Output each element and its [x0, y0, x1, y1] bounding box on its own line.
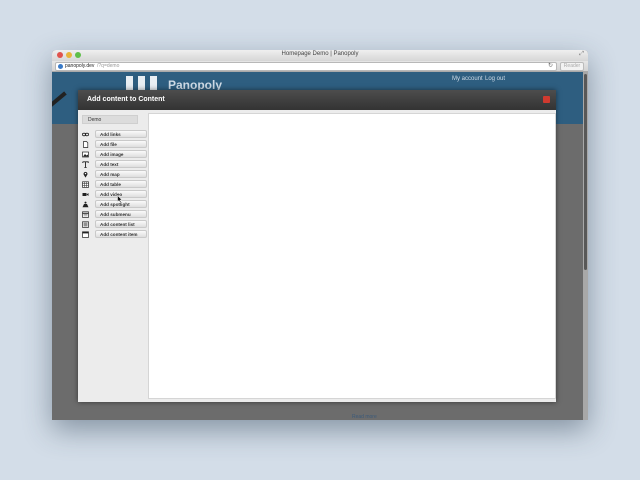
- video-icon: [82, 193, 89, 196]
- modal-header: Add content to Content: [78, 90, 556, 110]
- corner-ribbon: [52, 91, 67, 109]
- add-content-modal: Add content to Content Demo Add links Ad…: [78, 90, 556, 402]
- add-text-button[interactable]: Add text: [95, 160, 147, 168]
- add-links-item[interactable]: Add links: [82, 130, 148, 139]
- log-out-link[interactable]: Log out: [485, 76, 505, 82]
- add-text-item[interactable]: Add text: [82, 160, 148, 169]
- mouse-cursor-icon: [117, 195, 123, 203]
- content-type-sidebar: Demo Add links Add file Add image Add te…: [78, 110, 148, 402]
- modal-close-icon[interactable]: [543, 96, 550, 103]
- reload-icon[interactable]: ↻: [548, 63, 553, 70]
- add-table-item[interactable]: Add table: [82, 180, 148, 189]
- reader-button[interactable]: Reader: [560, 62, 584, 71]
- spotlight-icon: [82, 201, 89, 208]
- add-content-list-button[interactable]: Add content list: [95, 220, 147, 228]
- add-links-button[interactable]: Add links: [95, 130, 147, 138]
- globe-icon: [58, 64, 63, 69]
- add-content-item-item[interactable]: Add content item: [82, 230, 148, 239]
- file-icon: [83, 141, 89, 148]
- add-image-item[interactable]: Add image: [82, 150, 148, 159]
- content-list-icon: [82, 221, 89, 228]
- add-image-button[interactable]: Add image: [95, 150, 147, 158]
- url-path: /?q=demo: [97, 63, 120, 69]
- link-icon: [82, 132, 89, 137]
- submenu-icon: [82, 211, 89, 218]
- add-content-list-item[interactable]: Add content list: [82, 220, 148, 229]
- url-host: panopoly.dev: [65, 63, 95, 69]
- add-table-button[interactable]: Add table: [95, 180, 147, 188]
- add-file-item[interactable]: Add file: [82, 140, 148, 149]
- add-map-button[interactable]: Add map: [95, 170, 147, 178]
- content-item-icon: [82, 231, 89, 238]
- address-bar[interactable]: panopoly.dev /?q=demo ↻: [55, 62, 557, 71]
- my-account-link[interactable]: My account: [452, 76, 483, 82]
- add-submenu-button[interactable]: Add submenu: [95, 210, 147, 218]
- text-icon: [82, 161, 89, 168]
- fullscreen-icon[interactable]: ⤢: [579, 51, 584, 58]
- scroll-thumb[interactable]: [584, 74, 587, 270]
- scrollbar[interactable]: [583, 72, 588, 420]
- tab-demo[interactable]: Demo: [82, 115, 138, 124]
- add-content-item-button[interactable]: Add content item: [95, 230, 147, 238]
- browser-toolbar: panopoly.dev /?q=demo ↻ Reader: [52, 61, 588, 72]
- map-pin-icon: [83, 171, 88, 178]
- read-more-link[interactable]: Read more: [352, 414, 377, 420]
- table-icon: [82, 181, 89, 188]
- add-video-item[interactable]: Add video: [82, 190, 148, 199]
- image-icon: [82, 151, 89, 158]
- modal-title: Add content to Content: [87, 96, 165, 103]
- add-submenu-item[interactable]: Add submenu: [82, 210, 148, 219]
- content-preview-pane: [148, 113, 556, 399]
- add-file-button[interactable]: Add file: [95, 140, 147, 148]
- add-spotlight-item[interactable]: Add spotlight: [82, 200, 148, 209]
- add-map-item[interactable]: Add map: [82, 170, 148, 179]
- window-title: Homepage Demo | Panopoly: [281, 51, 359, 57]
